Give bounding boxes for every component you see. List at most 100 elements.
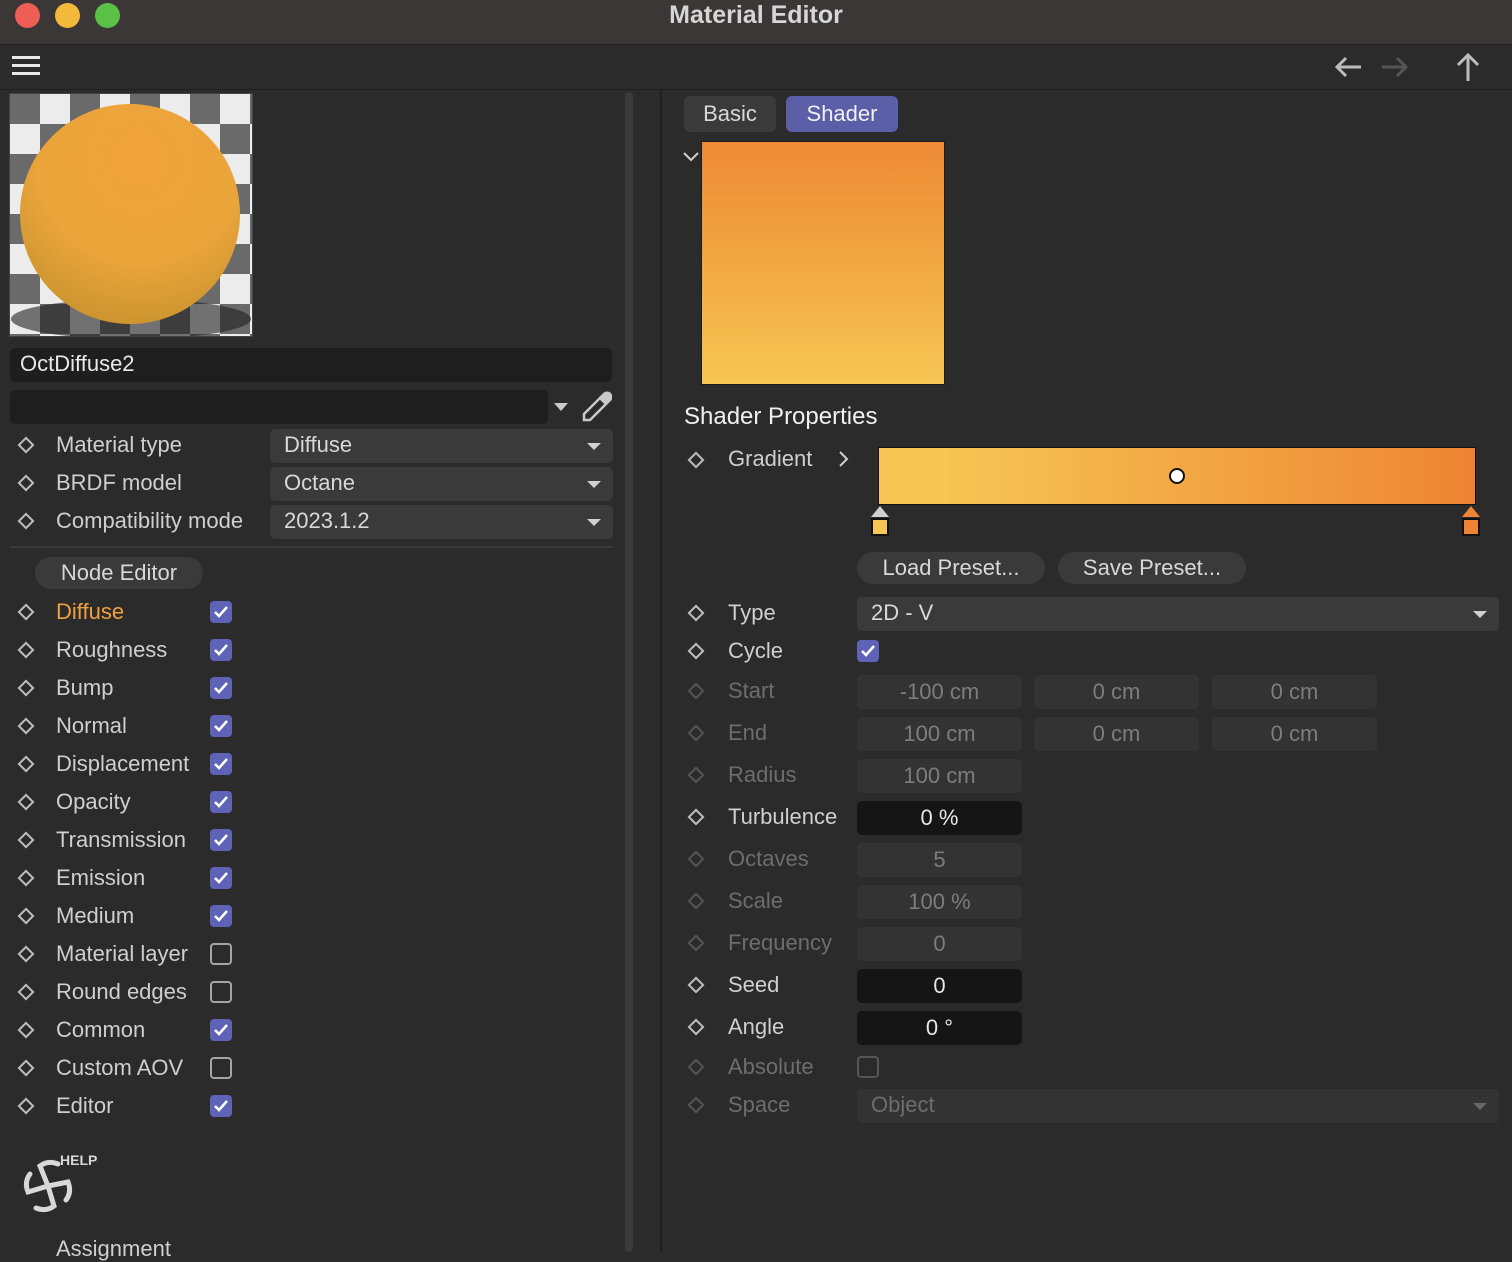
end-x-field[interactable]: 100 cm — [857, 717, 1022, 751]
search-field[interactable] — [10, 390, 548, 424]
keyframe-diamond-icon[interactable] — [17, 1059, 35, 1077]
keyframe-diamond-icon[interactable] — [687, 934, 705, 952]
seed-field[interactable]: 0 — [857, 969, 1022, 1003]
assignment-tab[interactable]: Assignment — [56, 1236, 171, 1262]
channel-checkbox[interactable] — [210, 981, 232, 1003]
start-x-field[interactable]: -100 cm — [857, 675, 1022, 709]
channel-checkbox[interactable] — [210, 867, 232, 889]
channel-checkbox[interactable] — [210, 1057, 232, 1079]
channel-label[interactable]: Editor — [56, 1093, 113, 1119]
channel-label[interactable]: Custom AOV — [56, 1055, 183, 1081]
channel-label[interactable]: Round edges — [56, 979, 187, 1005]
back-arrow-icon[interactable] — [1333, 53, 1363, 86]
keyframe-diamond-icon[interactable] — [17, 436, 35, 454]
channel-checkbox[interactable] — [210, 829, 232, 851]
channel-row-round-edges[interactable]: Round edges — [0, 975, 620, 1013]
keyframe-diamond-icon[interactable] — [687, 451, 705, 469]
channel-label[interactable]: Displacement — [56, 751, 189, 777]
hamburger-menu-icon[interactable] — [12, 55, 40, 77]
save-preset-button[interactable]: Save Preset... — [1058, 552, 1246, 584]
load-preset-button[interactable]: Load Preset... — [857, 552, 1045, 584]
search-dropdown-icon[interactable] — [554, 403, 568, 411]
start-z-field[interactable]: 0 cm — [1212, 675, 1377, 709]
keyframe-diamond-icon[interactable] — [687, 808, 705, 826]
scrollbar[interactable] — [625, 92, 633, 1252]
channel-checkbox[interactable] — [210, 677, 232, 699]
keyframe-diamond-icon[interactable] — [687, 1096, 705, 1114]
keyframe-diamond-icon[interactable] — [17, 831, 35, 849]
channel-label[interactable]: Transmission — [56, 827, 186, 853]
channel-checkbox[interactable] — [210, 601, 232, 623]
channel-checkbox[interactable] — [210, 753, 232, 775]
keyframe-diamond-icon[interactable] — [687, 766, 705, 784]
radius-field[interactable]: 100 cm — [857, 759, 1022, 793]
keyframe-diamond-icon[interactable] — [687, 724, 705, 742]
angle-field[interactable]: 0 ° — [857, 1011, 1022, 1045]
eyedropper-icon[interactable] — [580, 390, 613, 429]
tab-basic[interactable]: Basic — [684, 96, 776, 132]
compatibility-mode-dropdown[interactable]: 2023.1.2 — [270, 505, 613, 539]
channel-checkbox[interactable] — [210, 905, 232, 927]
channel-checkbox[interactable] — [210, 943, 232, 965]
channel-label[interactable]: Medium — [56, 903, 134, 929]
keyframe-diamond-icon[interactable] — [17, 793, 35, 811]
keyframe-diamond-icon[interactable] — [17, 641, 35, 659]
channel-label[interactable]: Opacity — [56, 789, 131, 815]
keyframe-diamond-icon[interactable] — [17, 983, 35, 1001]
channel-label[interactable]: Bump — [56, 675, 113, 701]
keyframe-diamond-icon[interactable] — [687, 1058, 705, 1076]
absolute-checkbox[interactable] — [857, 1056, 879, 1078]
frequency-field[interactable]: 0 — [857, 927, 1022, 961]
channel-label[interactable]: Common — [56, 1017, 145, 1043]
space-dropdown[interactable]: Object — [857, 1089, 1499, 1123]
node-editor-button[interactable]: Node Editor — [35, 557, 203, 589]
channel-row-medium[interactable]: Medium — [0, 899, 620, 937]
gradient-midpoint-handle[interactable] — [1169, 468, 1185, 484]
scale-field[interactable]: 100 % — [857, 885, 1022, 919]
turbulence-field[interactable]: 0 % — [857, 801, 1022, 835]
channel-row-custom-aov[interactable]: Custom AOV — [0, 1051, 620, 1089]
channel-checkbox[interactable] — [210, 1019, 232, 1041]
channel-row-emission[interactable]: Emission — [0, 861, 620, 899]
keyframe-diamond-icon[interactable] — [687, 850, 705, 868]
cycle-checkbox[interactable] — [857, 640, 879, 662]
channel-row-roughness[interactable]: Roughness — [0, 633, 620, 671]
gradient-knot-right[interactable] — [1460, 505, 1482, 544]
end-y-field[interactable]: 0 cm — [1034, 717, 1199, 751]
keyframe-diamond-icon[interactable] — [17, 869, 35, 887]
gradient-knot-left[interactable] — [869, 505, 891, 544]
channel-checkbox[interactable] — [210, 715, 232, 737]
keyframe-diamond-icon[interactable] — [687, 976, 705, 994]
material-name-field[interactable]: OctDiffuse2 — [10, 348, 612, 382]
help-label[interactable]: HELP — [60, 1152, 97, 1168]
channel-checkbox[interactable] — [210, 1095, 232, 1117]
channel-label[interactable]: Normal — [56, 713, 127, 739]
channel-checkbox[interactable] — [210, 639, 232, 661]
end-z-field[interactable]: 0 cm — [1212, 717, 1377, 751]
channel-row-transmission[interactable]: Transmission — [0, 823, 620, 861]
octaves-field[interactable]: 5 — [857, 843, 1022, 877]
channel-row-diffuse[interactable]: Diffuse — [0, 595, 620, 633]
keyframe-diamond-icon[interactable] — [17, 679, 35, 697]
keyframe-diamond-icon[interactable] — [17, 717, 35, 735]
channel-row-normal[interactable]: Normal — [0, 709, 620, 747]
shader-preview[interactable] — [701, 141, 945, 385]
keyframe-diamond-icon[interactable] — [17, 945, 35, 963]
channel-row-editor[interactable]: Editor — [0, 1089, 620, 1127]
keyframe-diamond-icon[interactable] — [17, 512, 35, 530]
keyframe-diamond-icon[interactable] — [17, 474, 35, 492]
collapse-chevron-icon[interactable] — [682, 150, 700, 169]
keyframe-diamond-icon[interactable] — [17, 755, 35, 773]
up-arrow-icon[interactable] — [1453, 51, 1483, 88]
keyframe-diamond-icon[interactable] — [687, 1018, 705, 1036]
type-dropdown[interactable]: 2D - V — [857, 597, 1499, 631]
material-preview[interactable] — [9, 93, 253, 337]
brdf-model-dropdown[interactable]: Octane — [270, 467, 613, 501]
keyframe-diamond-icon[interactable] — [17, 1097, 35, 1115]
keyframe-diamond-icon[interactable] — [17, 603, 35, 621]
channel-checkbox[interactable] — [210, 791, 232, 813]
keyframe-diamond-icon[interactable] — [17, 907, 35, 925]
keyframe-diamond-icon[interactable] — [687, 604, 705, 622]
channel-row-displacement[interactable]: Displacement — [0, 747, 620, 785]
channel-row-opacity[interactable]: Opacity — [0, 785, 620, 823]
